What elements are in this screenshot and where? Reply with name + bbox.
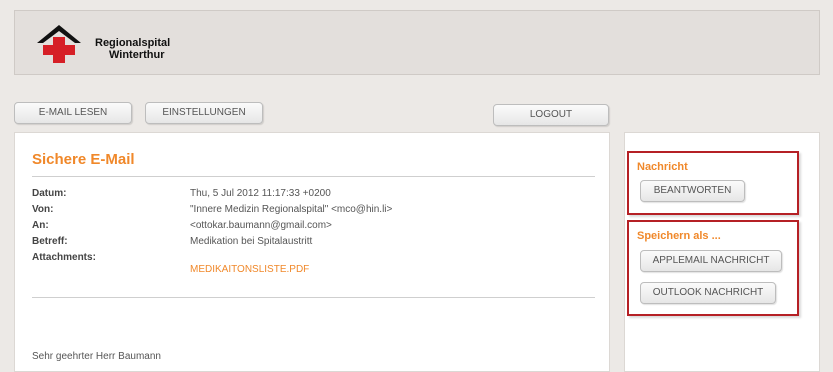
save-as-heading: Speichern als ...	[637, 230, 721, 242]
hospital-name: Regionalspital Winterthur	[95, 37, 170, 61]
message-panel: Sichere E-Mail Datum: Thu, 5 Jul 2012 11…	[14, 132, 610, 372]
save-as-section: Speichern als ... APPLEMAIL NACHRICHT OU…	[627, 220, 799, 316]
message-body-text: Sehr geehrter Herr Baumann	[32, 351, 161, 362]
save-applemail-button[interactable]: APPLEMAIL NACHRICHT	[640, 250, 782, 272]
hospital-name-line1: Regionalspital	[95, 37, 171, 49]
hospital-logo-icon	[37, 25, 81, 63]
to-label: An:	[32, 220, 49, 231]
page-title: Sichere E-Mail	[32, 151, 135, 168]
from-label: Von:	[32, 204, 54, 215]
app-header: Regionalspital Winterthur	[14, 10, 820, 75]
date-value: Thu, 5 Jul 2012 11:17:33 +0200	[190, 188, 331, 199]
divider	[32, 297, 595, 298]
divider	[32, 176, 595, 177]
hospital-name-line2: Winterthur	[109, 49, 165, 61]
read-mail-button[interactable]: E-MAIL LESEN	[14, 102, 132, 124]
to-value: <ottokar.baumann@gmail.com>	[190, 220, 332, 231]
subject-label: Betreff:	[32, 236, 68, 247]
logout-button[interactable]: LOGOUT	[493, 104, 609, 126]
attachments-label: Attachments:	[32, 252, 96, 263]
reply-button[interactable]: BEANTWORTEN	[640, 180, 745, 202]
attachment-link[interactable]: MEDIKAITONSLISTE.PDF	[190, 264, 309, 275]
reply-section: Nachricht BEANTWORTEN	[627, 151, 799, 215]
date-label: Datum:	[32, 188, 67, 199]
message-heading: Nachricht	[637, 161, 688, 173]
save-outlook-button[interactable]: OUTLOOK NACHRICHT	[640, 282, 776, 304]
settings-button[interactable]: EINSTELLUNGEN	[145, 102, 263, 124]
subject-value: Medikation bei Spitalaustritt	[190, 236, 313, 247]
from-value: "Innere Medizin Regionalspital" <mco@hin…	[190, 204, 393, 215]
